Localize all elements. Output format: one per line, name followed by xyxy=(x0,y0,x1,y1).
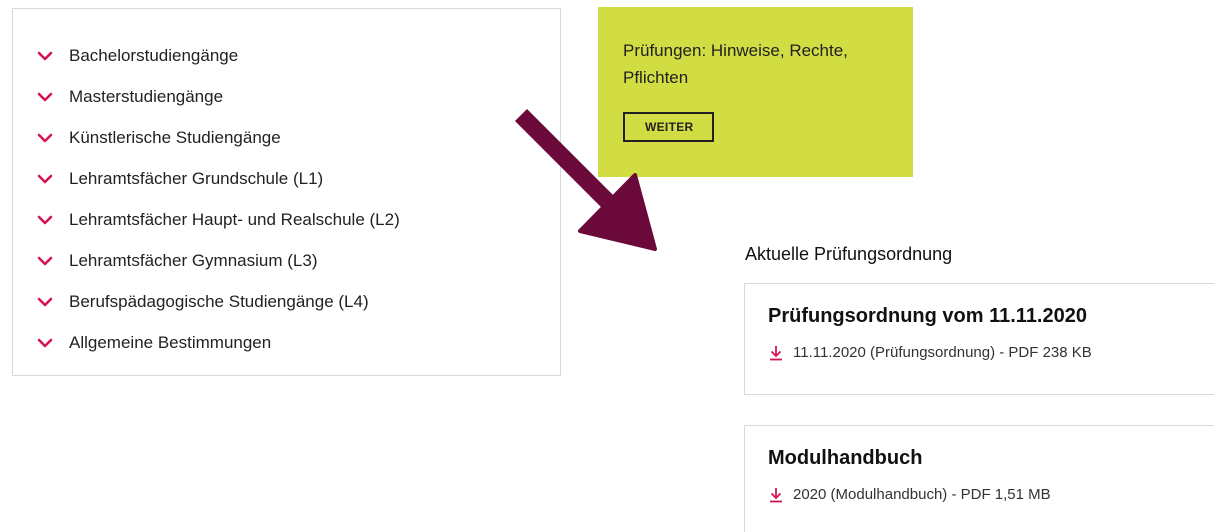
accordion-item-l1[interactable]: Lehramtsfächer Grundschule (L1) xyxy=(13,158,560,199)
document-download-link[interactable]: 11.11.2020 (Prüfungsordnung) - PDF 238 K… xyxy=(768,344,1214,361)
document-title: Modulhandbuch xyxy=(768,447,923,469)
teaser-title: Prüfungen: Hinweise, Rechte, Pflichten xyxy=(623,41,848,87)
chevron-down-icon xyxy=(37,51,53,60)
arrow-down-right-icon xyxy=(514,108,657,251)
section-title: Aktuelle Prüfungsordnung xyxy=(745,244,953,264)
chevron-down-icon xyxy=(37,338,53,347)
accordion-item-l4[interactable]: Berufspädagogische Studiengänge (L4) xyxy=(13,281,560,322)
document-link-text: 11.11.2020 (Prüfungsordnung) - PDF 238 K… xyxy=(793,344,1092,361)
accordion-item-label: Künstlerische Studiengänge xyxy=(69,128,281,147)
document-card: Modulhandbuch 2020 (Modulhandbuch) - PDF… xyxy=(744,425,1214,532)
accordion-item-l2[interactable]: Lehramtsfächer Haupt- und Realschule (L2… xyxy=(13,199,560,240)
accordion-item-master[interactable]: Masterstudiengänge xyxy=(13,76,560,117)
chevron-down-icon xyxy=(37,256,53,265)
download-icon xyxy=(770,487,782,502)
page: Bachelorstudiengänge Masterstudiengänge … xyxy=(0,0,1214,532)
chevron-down-icon xyxy=(37,297,53,306)
chevron-down-icon xyxy=(37,92,53,101)
accordion-item-l3[interactable]: Lehramtsfächer Gymnasium (L3) xyxy=(13,240,560,281)
accordion-item-bachelor[interactable]: Bachelorstudiengänge xyxy=(13,35,560,76)
chevron-down-icon xyxy=(37,133,53,142)
accordion-item-label: Lehramtsfächer Gymnasium (L3) xyxy=(69,251,318,270)
chevron-down-icon xyxy=(37,215,53,224)
document-card: Prüfungsordnung vom 11.11.2020 11.11.202… xyxy=(744,283,1214,395)
accordion-item-label: Bachelorstudiengänge xyxy=(69,46,239,65)
accordion-item-label: Lehramtsfächer Grundschule (L1) xyxy=(69,169,324,188)
document-title: Prüfungsordnung vom 11.11.2020 xyxy=(768,305,1087,327)
chevron-down-icon xyxy=(37,174,53,183)
accordion-item-label: Lehramtsfächer Haupt- und Realschule (L2… xyxy=(69,210,400,229)
accordion-item-general[interactable]: Allgemeine Bestimmungen xyxy=(13,322,560,363)
accordion-item-label: Berufspädagogische Studiengänge (L4) xyxy=(69,292,369,311)
document-link-text: 2020 (Modulhandbuch) - PDF 1,51 MB xyxy=(793,486,1051,503)
study-programs-accordion: Bachelorstudiengänge Masterstudiengänge … xyxy=(12,8,561,376)
download-icon xyxy=(770,345,782,360)
document-download-link[interactable]: 2020 (Modulhandbuch) - PDF 1,51 MB xyxy=(768,486,1214,503)
accordion-item-label: Allgemeine Bestimmungen xyxy=(69,333,272,352)
accordion-item-artistic[interactable]: Künstlerische Studiengänge xyxy=(13,117,560,158)
accordion-item-label: Masterstudiengänge xyxy=(69,87,224,106)
